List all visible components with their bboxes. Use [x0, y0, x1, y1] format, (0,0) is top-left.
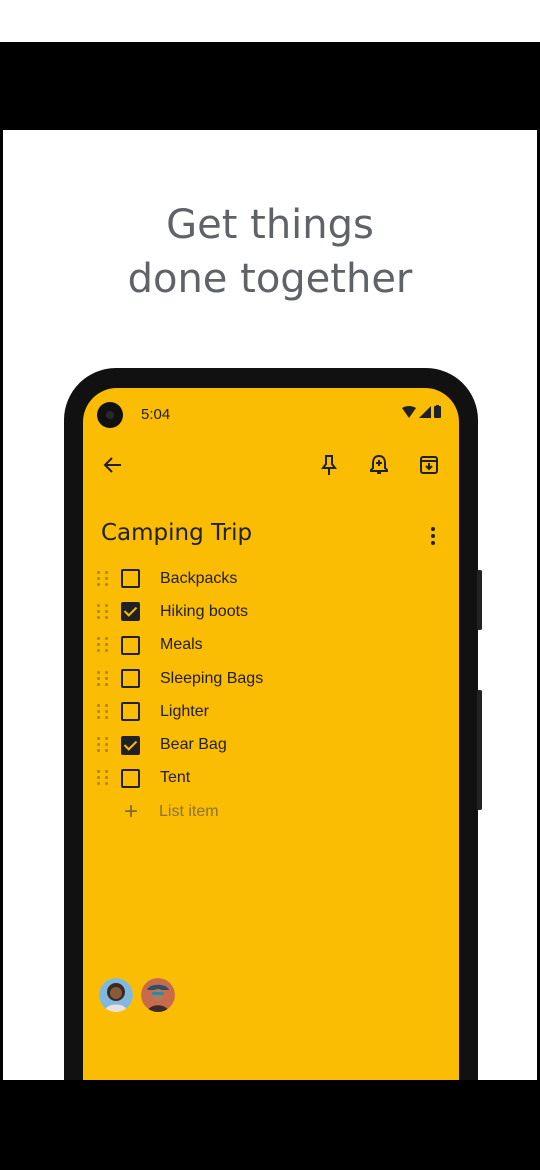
reminder-button[interactable] [365, 451, 393, 479]
top-black-band [0, 42, 540, 130]
list-item-label[interactable]: Hiking boots [160, 603, 248, 621]
list-item[interactable]: Sleeping Bags [97, 662, 437, 695]
list-item[interactable]: Bear Bag [97, 728, 437, 761]
checkbox[interactable] [121, 602, 140, 622]
list-item[interactable]: Backpacks [97, 562, 437, 595]
drag-handle-icon[interactable] [97, 737, 109, 753]
checkbox[interactable] [121, 702, 140, 722]
headline: Get things done together [3, 198, 537, 306]
drag-handle-icon[interactable] [97, 703, 109, 720]
list-item-label[interactable]: Backpacks [160, 570, 237, 588]
bottom-black-band [0, 1080, 540, 1170]
back-button[interactable] [99, 451, 127, 479]
drag-handle-icon[interactable] [97, 637, 109, 653]
checkbox[interactable] [121, 669, 140, 689]
archive-button[interactable] [415, 451, 443, 479]
phone-side-button [477, 570, 482, 630]
archive-icon [420, 456, 438, 474]
list-item[interactable]: Hiking boots [97, 595, 437, 628]
arrow-left-icon [103, 457, 121, 473]
avatar[interactable] [141, 978, 175, 1012]
headline-line-2: done together [127, 256, 413, 302]
plus-icon: + [123, 797, 138, 825]
list-item[interactable]: Lighter [97, 695, 437, 728]
pin-icon [321, 455, 337, 475]
checklist: Backpacks Hiking boots Meals Sleeping Ba… [97, 562, 437, 828]
pin-button[interactable] [315, 451, 343, 479]
phone-side-button [477, 690, 482, 810]
list-item-label[interactable]: Tent [160, 769, 190, 787]
note-screen: 5:04 Camping Trip Backpacks Hiking boots… [83, 388, 459, 1080]
list-item-label[interactable]: Lighter [160, 703, 209, 721]
collaborators [99, 978, 175, 1012]
bell-plus-icon [370, 454, 388, 474]
wifi-icon [402, 406, 416, 418]
checkbox[interactable] [121, 735, 140, 755]
checkbox[interactable] [121, 569, 140, 589]
status-time: 5:04 [141, 406, 171, 423]
drag-handle-icon[interactable] [97, 670, 109, 687]
more-vert-icon [431, 527, 435, 545]
headline-line-1: Get things [166, 202, 374, 248]
status-icons [402, 405, 441, 418]
drag-handle-icon[interactable] [97, 770, 109, 786]
list-item[interactable]: Meals [97, 629, 437, 662]
add-list-item[interactable]: + List item [97, 795, 437, 828]
front-camera [97, 402, 123, 428]
note-title[interactable]: Camping Trip [101, 520, 252, 546]
promo-page: Get things done together 5:04 Camping Tr… [3, 130, 537, 1080]
list-item-label[interactable]: Bear Bag [160, 736, 227, 754]
avatar-person-icon [141, 978, 175, 1012]
list-item[interactable]: Tent [97, 762, 437, 795]
battery-icon [434, 405, 441, 418]
checkbox[interactable] [121, 635, 140, 655]
drag-handle-icon[interactable] [97, 570, 109, 587]
checkbox[interactable] [121, 768, 140, 788]
signal-icon [419, 406, 431, 418]
avatar-person-icon [99, 978, 133, 1012]
drag-handle-icon[interactable] [97, 603, 109, 620]
list-item-label[interactable]: Meals [160, 636, 203, 654]
avatar[interactable] [99, 978, 133, 1012]
note-more-button[interactable] [419, 522, 447, 550]
top-white-strip [0, 0, 540, 42]
list-item-label[interactable]: Sleeping Bags [160, 670, 263, 688]
add-list-item-label[interactable]: List item [159, 803, 219, 821]
